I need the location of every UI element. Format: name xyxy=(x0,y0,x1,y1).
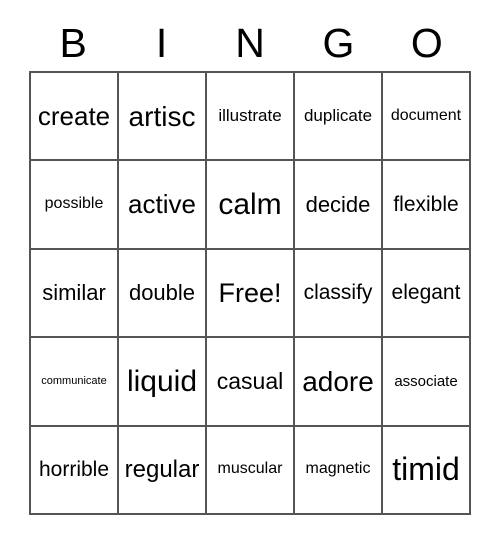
bingo-cell-i1[interactable]: artisc xyxy=(119,73,207,162)
header-letter-n: N xyxy=(235,20,265,66)
bingo-cell-i4[interactable]: liquid xyxy=(119,338,207,427)
bingo-cell-label: liquid xyxy=(126,364,198,398)
bingo-cell-n4[interactable]: casual xyxy=(207,338,295,427)
bingo-cell-label: elegant xyxy=(391,280,461,304)
bingo-cell-g5[interactable]: magnetic xyxy=(295,426,383,516)
bingo-cell-label: calm xyxy=(218,187,282,221)
bingo-cell-g4[interactable]: adore xyxy=(295,338,383,427)
bingo-cell-b3[interactable]: similar xyxy=(31,249,119,339)
bingo-cell-label: casual xyxy=(216,368,284,395)
bingo-cell-label: similar xyxy=(42,280,106,306)
header-letter-g: G xyxy=(322,20,355,66)
bingo-cell-o3[interactable]: elegant xyxy=(383,249,471,339)
bingo-cell-o2[interactable]: flexible xyxy=(383,161,471,250)
bingo-cell-label: classify xyxy=(303,280,373,304)
header-letter-o: O xyxy=(410,20,443,66)
bingo-row: create artisc illustrate duplicate docum… xyxy=(31,73,471,162)
bingo-cell-label: Free! xyxy=(218,277,282,308)
bingo-cell-label: horrible xyxy=(38,457,110,481)
bingo-cell-label: muscular xyxy=(217,460,283,478)
bingo-cell-label: timid xyxy=(392,451,460,488)
bingo-header: B I N G O xyxy=(29,16,471,71)
bingo-cell-free-space[interactable]: Free! xyxy=(207,249,295,339)
bingo-cell-label: regular xyxy=(124,456,200,484)
bingo-row: possible active calm decide flexible xyxy=(31,161,471,250)
header-letter-b: B xyxy=(59,20,87,66)
bingo-grid: create artisc illustrate duplicate docum… xyxy=(29,71,471,516)
bingo-cell-label: possible xyxy=(44,195,104,213)
bingo-row: horrible regular muscular magnetic timid xyxy=(31,426,471,516)
bingo-cell-label: associate xyxy=(394,372,458,390)
bingo-cell-b5[interactable]: horrible xyxy=(31,426,119,516)
bingo-row: communicate liquid casual adore associat… xyxy=(31,338,471,427)
header-letter-i: I xyxy=(155,20,168,66)
bingo-cell-o1[interactable]: document xyxy=(383,73,471,162)
bingo-cell-label: adore xyxy=(302,365,374,397)
bingo-cell-o4[interactable]: associate xyxy=(383,338,471,427)
bingo-cell-n1[interactable]: illustrate xyxy=(207,73,295,162)
bingo-card: B I N G O create artisc illustrate dupli… xyxy=(0,0,500,544)
bingo-cell-i3[interactable]: double xyxy=(119,249,207,339)
bingo-cell-label: magnetic xyxy=(305,460,371,478)
bingo-cell-label: double xyxy=(128,280,196,306)
bingo-cell-g2[interactable]: decide xyxy=(295,161,383,250)
bingo-cell-label: flexible xyxy=(393,192,459,216)
bingo-cell-o5[interactable]: timid xyxy=(383,426,471,516)
bingo-cell-b1[interactable]: create xyxy=(31,73,119,162)
bingo-cell-label: active xyxy=(128,188,196,219)
bingo-cell-label: illustrate xyxy=(218,106,282,126)
bingo-cell-n5[interactable]: muscular xyxy=(207,426,295,516)
bingo-cell-n2[interactable]: calm xyxy=(207,161,295,250)
bingo-cell-i2[interactable]: active xyxy=(119,161,207,250)
bingo-cell-label: artisc xyxy=(128,100,196,132)
bingo-cell-label: decide xyxy=(305,192,371,218)
bingo-cell-label: duplicate xyxy=(303,106,373,126)
bingo-cell-label: create xyxy=(37,100,111,131)
bingo-cell-b2[interactable]: possible xyxy=(31,161,119,250)
bingo-row: similar double Free! classify elegant xyxy=(31,249,471,339)
bingo-cell-label: document xyxy=(390,106,462,124)
bingo-cell-g3[interactable]: classify xyxy=(295,249,383,339)
bingo-cell-b4[interactable]: communicate xyxy=(31,338,119,427)
bingo-cell-label: communicate xyxy=(41,374,107,387)
bingo-cell-g1[interactable]: duplicate xyxy=(295,73,383,162)
bingo-cell-i5[interactable]: regular xyxy=(119,426,207,516)
